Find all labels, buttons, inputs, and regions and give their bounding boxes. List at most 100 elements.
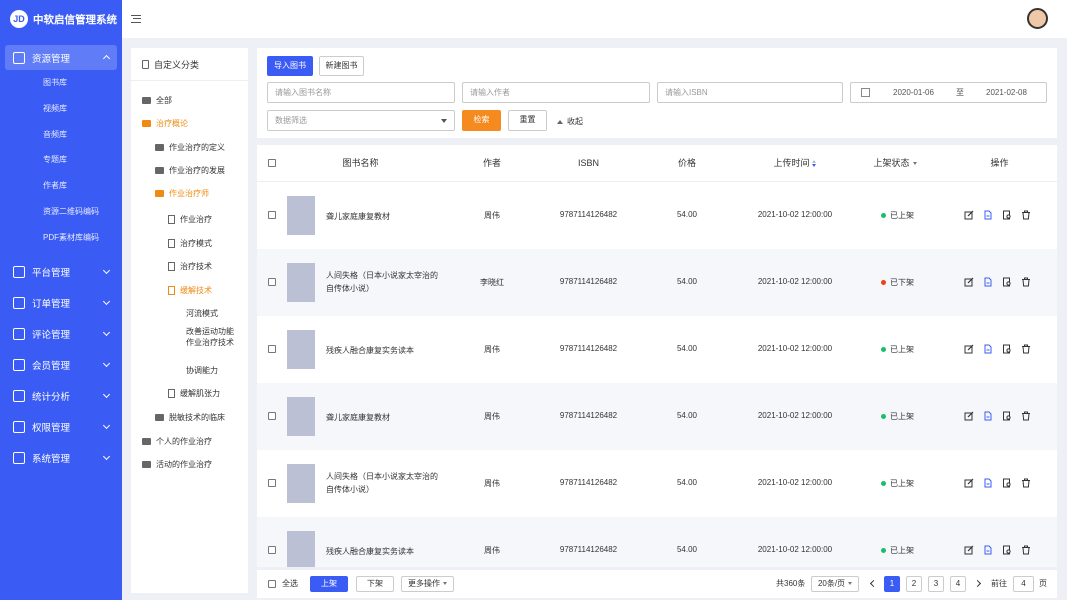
header-checkbox[interactable]: [268, 159, 276, 167]
trash-icon[interactable]: [1021, 545, 1031, 555]
tree-node[interactable]: 全部: [142, 95, 172, 106]
unshelve-button[interactable]: 下架: [356, 576, 394, 592]
sidebar-item-2[interactable]: 订单管理: [0, 288, 122, 319]
menu-resource[interactable]: 资源管理: [5, 45, 117, 70]
book-author: 周伟: [484, 479, 500, 488]
tree-node[interactable]: 治疗模式: [168, 238, 212, 249]
sidebar-item-3[interactable]: 评论管理: [0, 319, 122, 350]
shelve-button[interactable]: 上架: [310, 576, 348, 592]
folder-icon: [142, 97, 151, 104]
data-filter-select[interactable]: 数据筛选: [267, 110, 455, 131]
trash-icon[interactable]: [1021, 210, 1031, 220]
th-upload-time[interactable]: 上传时间: [757, 145, 833, 182]
document-icon[interactable]: [983, 344, 993, 354]
row-checkbox[interactable]: [268, 278, 276, 286]
tree-node[interactable]: 缓解技术: [168, 285, 212, 296]
sidebar-item-6[interactable]: 权限管理: [0, 412, 122, 443]
tree-node[interactable]: 缓解肌张力: [168, 388, 220, 399]
submenu-item[interactable]: 资源二维码编码: [5, 199, 117, 225]
submenu-item[interactable]: 视频库: [5, 96, 117, 122]
tree-node[interactable]: 协调能力: [186, 365, 218, 376]
sidebar-item-5[interactable]: 统计分析: [0, 381, 122, 412]
tree-node[interactable]: 河流模式: [186, 308, 218, 319]
tree-node-label: 作业治疗的发展: [169, 166, 225, 175]
author-input[interactable]: 请输入作者: [462, 82, 650, 103]
tree-node[interactable]: 作业治疗的发展: [155, 165, 225, 176]
th-name: 图书名称: [342, 158, 379, 168]
submenu-item[interactable]: PDF素材库编码: [5, 225, 117, 251]
folder-icon: [155, 144, 164, 151]
edit-icon[interactable]: [964, 210, 974, 220]
tree-node[interactable]: 脱敏技术的临床: [155, 412, 225, 423]
tree-node[interactable]: 改善运动功能作业治疗技术: [186, 326, 238, 348]
sidebar-menu: 平台管理 订单管理 评论管理 会员管理 统计分析 权限管理 系统管理: [0, 257, 122, 474]
book-cover-image: [287, 263, 315, 302]
submenu-item[interactable]: 作者库: [5, 173, 117, 199]
goto-page-input[interactable]: 4: [1013, 576, 1034, 592]
new-book-button[interactable]: 新建图书: [319, 56, 364, 76]
document-icon[interactable]: [983, 210, 993, 220]
more-ops-label: 更多操作: [408, 579, 440, 588]
prev-page-icon[interactable]: [869, 579, 878, 588]
review-icon[interactable]: [1002, 210, 1012, 220]
page-button[interactable]: 2: [906, 576, 922, 592]
trash-icon[interactable]: [1021, 411, 1031, 421]
submenu-item[interactable]: 音频库: [5, 122, 117, 148]
page-button[interactable]: 1: [884, 576, 900, 592]
row-checkbox[interactable]: [268, 479, 276, 487]
trash-icon[interactable]: [1021, 478, 1031, 488]
document-icon[interactable]: [983, 478, 993, 488]
sidebar-item-7[interactable]: 系统管理: [0, 443, 122, 474]
row-checkbox[interactable]: [268, 412, 276, 420]
edit-icon[interactable]: [964, 411, 974, 421]
trash-icon[interactable]: [1021, 277, 1031, 287]
menu-toggle-icon[interactable]: [131, 15, 141, 23]
table-row: 残疾人融合康复实务读本 周伟 9787114126482 54.00 2021-10-0…: [257, 517, 1057, 567]
tree-node-label: 作业治疗的定义: [169, 143, 225, 152]
document-icon[interactable]: [983, 411, 993, 421]
search-button[interactable]: 检索: [462, 110, 501, 131]
edit-icon[interactable]: [964, 344, 974, 354]
tree-node[interactable]: 作业治疗的定义: [155, 142, 225, 153]
row-checkbox[interactable]: [268, 211, 276, 219]
reset-button[interactable]: 重置: [508, 110, 547, 131]
upload-time: 2021-10-02 12:00:00: [757, 545, 833, 554]
th-status[interactable]: 上架状态: [860, 145, 930, 182]
tree-node[interactable]: 活动的作业治疗: [142, 459, 212, 470]
review-icon[interactable]: [1002, 277, 1012, 287]
review-icon[interactable]: [1002, 545, 1012, 555]
tree-node[interactable]: 作业治疗师: [155, 188, 209, 199]
next-page-icon[interactable]: [973, 579, 982, 588]
tree-node[interactable]: 治疗技术: [168, 261, 212, 272]
book-name-input[interactable]: 请输入图书名称: [267, 82, 455, 103]
collapse-toggle[interactable]: 收起: [557, 116, 583, 127]
edit-icon[interactable]: [964, 277, 974, 287]
tree-node[interactable]: 个人的作业治疗: [142, 436, 212, 447]
document-icon[interactable]: [983, 277, 993, 287]
select-all-checkbox[interactable]: [268, 580, 276, 588]
sidebar-item-4[interactable]: 会员管理: [0, 350, 122, 381]
more-ops-button[interactable]: 更多操作: [401, 576, 454, 592]
review-icon[interactable]: [1002, 344, 1012, 354]
review-icon[interactable]: [1002, 478, 1012, 488]
date-range-input[interactable]: 2020-01-06 至 2021-02-08: [850, 82, 1047, 103]
edit-icon[interactable]: [964, 478, 974, 488]
page-button[interactable]: 4: [950, 576, 966, 592]
submenu-item[interactable]: 图书库: [5, 70, 117, 96]
trash-icon[interactable]: [1021, 344, 1031, 354]
document-icon[interactable]: [983, 545, 993, 555]
avatar[interactable]: [1027, 8, 1048, 29]
page-button[interactable]: 3: [928, 576, 944, 592]
row-checkbox[interactable]: [268, 345, 276, 353]
import-book-button[interactable]: 导入图书: [267, 56, 313, 76]
tree-node[interactable]: 治疗概论: [142, 118, 188, 129]
edit-icon[interactable]: [964, 545, 974, 555]
page-size-select[interactable]: 20条/页: [811, 576, 859, 592]
isbn-input[interactable]: 请输入ISBN: [657, 82, 843, 103]
tree-node-label: 缓解技术: [180, 286, 212, 295]
review-icon[interactable]: [1002, 411, 1012, 421]
submenu-item[interactable]: 专题库: [5, 147, 117, 173]
sidebar-item-1[interactable]: 平台管理: [0, 257, 122, 288]
tree-node[interactable]: 作业治疗: [168, 214, 212, 225]
row-checkbox[interactable]: [268, 546, 276, 554]
